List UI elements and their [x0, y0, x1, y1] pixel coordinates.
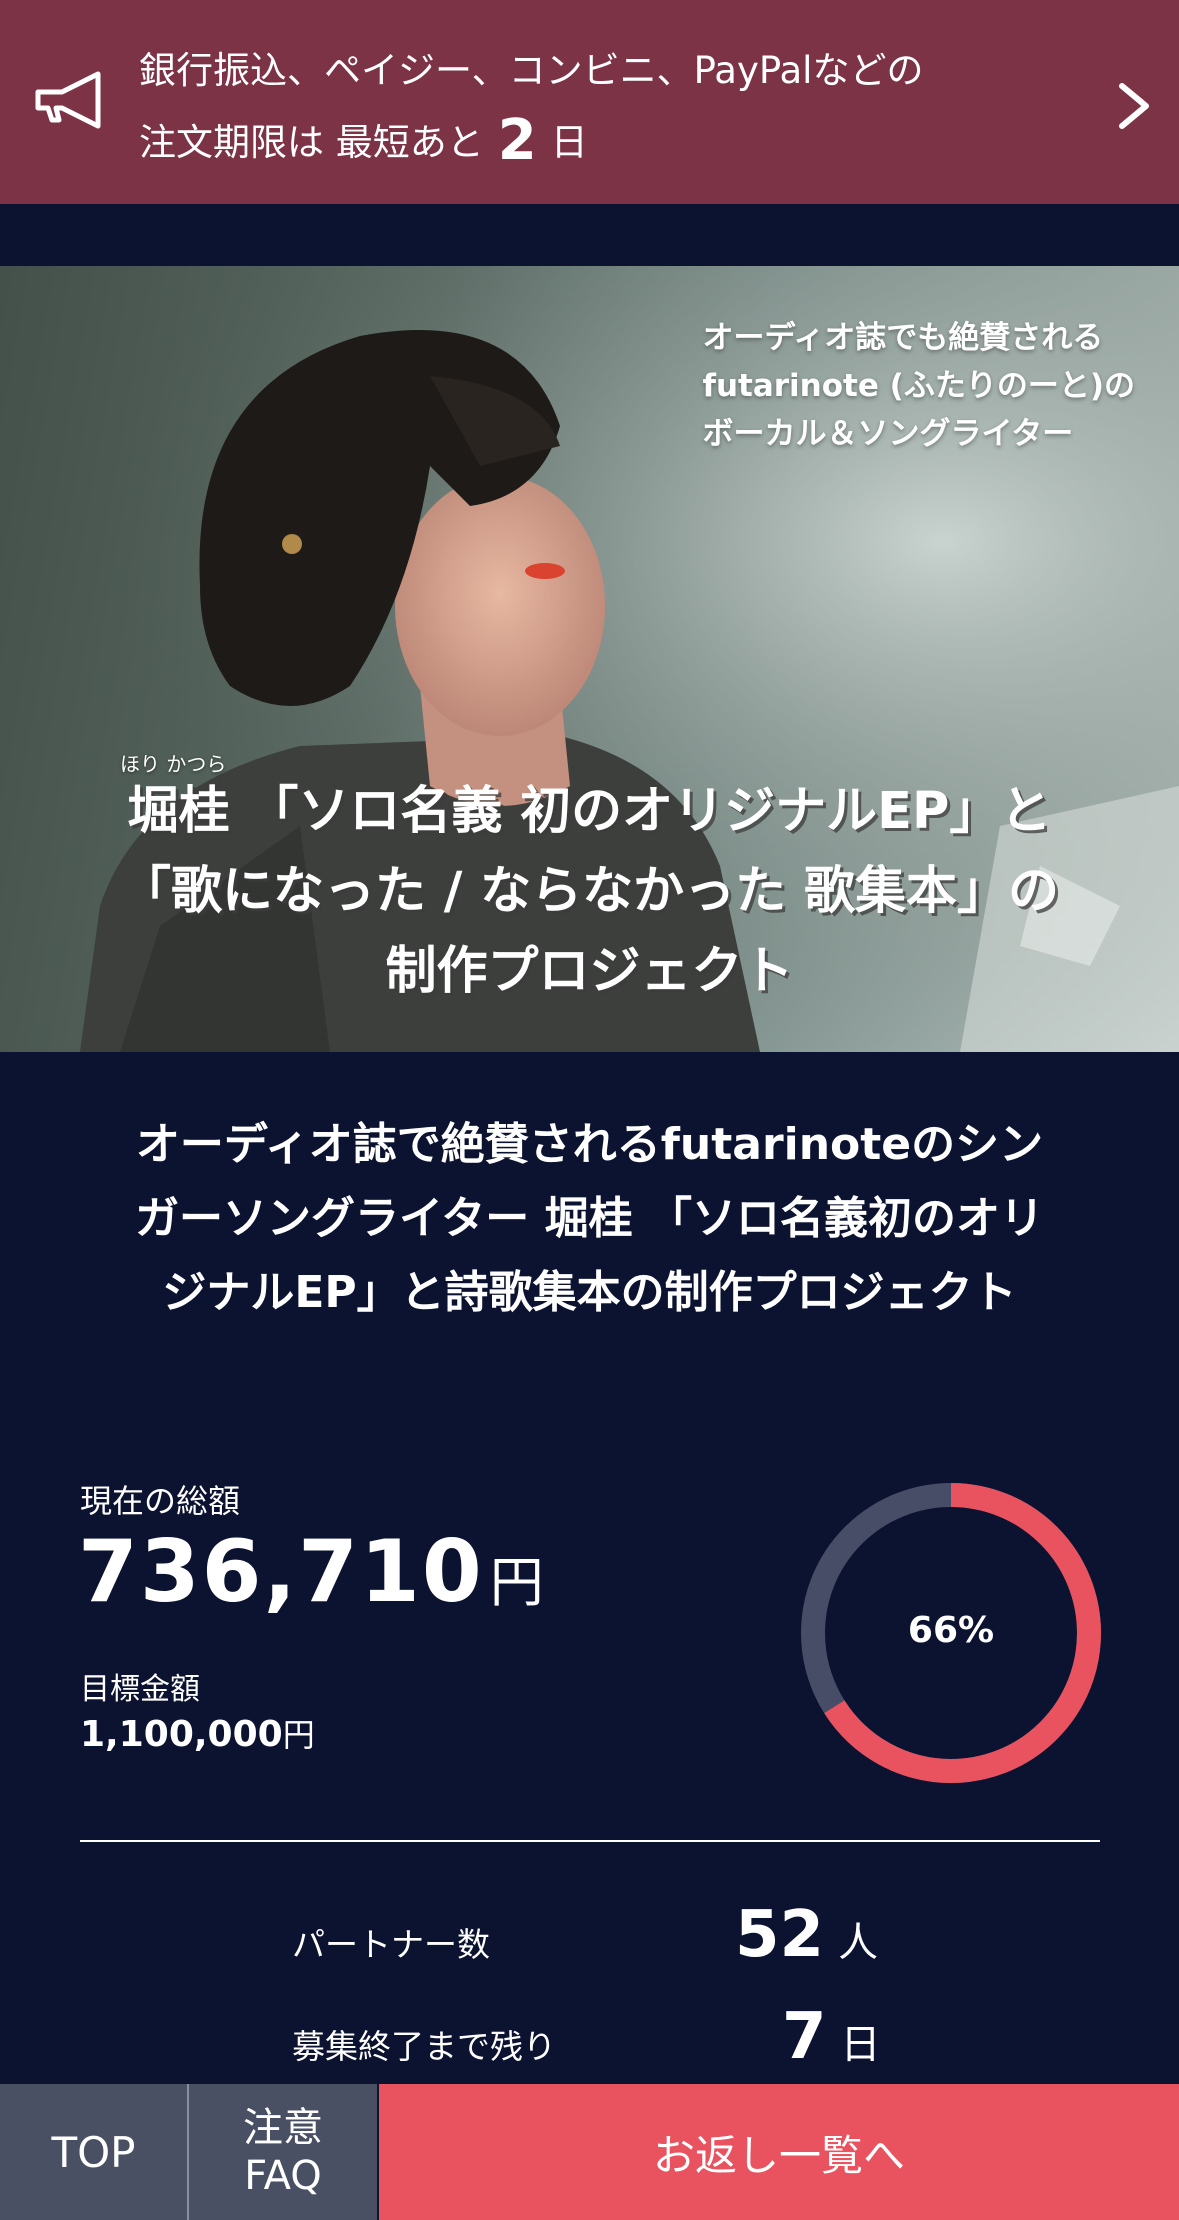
hero-title-line: 堀桂 「ソロ名義 初のオリジナルEP」と	[127, 782, 1052, 841]
partners-label: パートナー数	[292, 1925, 490, 1964]
partners-count: 52 人	[735, 1898, 878, 1972]
megaphone-icon	[35, 71, 101, 129]
hero-title-line: 「歌になった / ならなかった 歌集本」の	[120, 862, 1059, 921]
total-amount-value: 736,710	[78, 1522, 484, 1622]
hero-image: オーディオ誌でも絶賛される futarinote (ふたりのーと)の ボーカル＆…	[0, 266, 1179, 1052]
payment-deadline-banner[interactable]: 銀行振込、ペイジー、コンビニ、PayPalなどの 注文期限は 最短あと 2 日	[0, 0, 1179, 204]
hero-title: 堀桂 「ソロ名義 初のオリジナルEP」と 「歌になった / ならなかった 歌集本…	[0, 772, 1179, 1012]
goal-amount-label: 目標金額	[80, 1672, 200, 1707]
nav-faq-line-1: 注意	[243, 2105, 323, 2151]
goal-amount-value: 1,100,000	[80, 1714, 283, 1755]
hero-title-line: 制作プロジェクト	[385, 942, 794, 1001]
section-divider	[80, 1840, 1100, 1842]
notice-days-unit: 日	[550, 121, 588, 164]
hero-caption: オーディオ誌でも絶賛される futarinote (ふたりのーと)の ボーカル＆…	[702, 314, 1135, 458]
notice-days-value: 2	[497, 108, 537, 173]
notice-deadline-prefix: 注文期限は 最短あと	[139, 121, 484, 164]
days-left: 7日	[782, 2000, 881, 2074]
days-left-value: 7	[782, 2000, 827, 2074]
project-title: オーディオ誌で絶賛されるfutarinoteのシン ガーソングライター 堀桂 「…	[60, 1108, 1119, 1330]
nav-faq-line-2: FAQ	[244, 2153, 322, 2199]
progress-percent: 66%	[907, 1610, 995, 1651]
days-left-label: 募集終了まで残り	[292, 2027, 556, 2066]
total-amount-label: 現在の総額	[80, 1482, 241, 1520]
days-left-unit: 日	[840, 2022, 881, 2068]
project-page: 銀行振込、ペイジー、コンビニ、PayPalなどの 注文期限は 最短あと2日	[0, 0, 1179, 2220]
hero-caption-line: ボーカル＆ソングライター	[702, 416, 1074, 452]
notice-line-1: 銀行振込、ペイジー、コンビニ、PayPalなどの	[139, 49, 924, 92]
nav-top-button[interactable]: TOP	[0, 2084, 187, 2220]
total-amount-unit: 円	[489, 1551, 544, 1614]
rewards-list-button[interactable]: お返し一覧へ	[379, 2084, 1179, 2220]
goal-amount: 1,100,000円	[80, 1710, 315, 1756]
project-title-line: ガーソングライター 堀桂 「ソロ名義初のオリ	[135, 1193, 1044, 1244]
project-title-line: オーディオ誌で絶賛されるfutarinoteのシン	[135, 1119, 1044, 1170]
hero-caption-line: futarinote (ふたりのーと)の	[702, 368, 1135, 404]
project-title-line: ジナルEP」と詩歌集本の制作プロジェクト	[162, 1267, 1017, 1318]
notice-line-2: 注文期限は 最短あと 2 日	[139, 104, 588, 173]
total-amount: 736,710 円	[78, 1522, 544, 1622]
nav-faq-button[interactable]: 注意 FAQ	[189, 2084, 377, 2220]
partners-count-value: 52	[735, 1898, 825, 1972]
goal-amount-unit: 円	[282, 1716, 315, 1754]
partners-count-unit: 人	[838, 1920, 879, 1966]
hero-caption-line: オーディオ誌でも絶賛される	[702, 320, 1104, 356]
chevron-right-icon[interactable]	[1112, 78, 1156, 134]
bottom-nav: TOP 注意 FAQ お返し一覧へ	[0, 2084, 1179, 2220]
